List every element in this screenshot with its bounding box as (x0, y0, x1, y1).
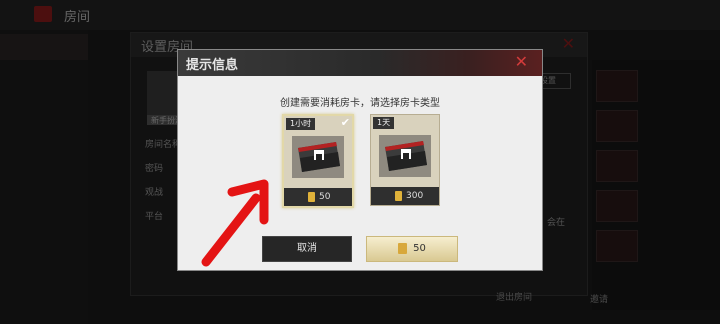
info-dialog: 提示信息 ✕ 创建需要消耗房卡，请选择房卡类型 1小时 ✔ 50 1天 300 … (178, 50, 542, 270)
room-card-option-1day[interactable]: 1天 300 (370, 114, 440, 206)
dialog-prompt: 创建需要消耗房卡，请选择房卡类型 (280, 98, 440, 109)
room-card-option-1hour[interactable]: 1小时 ✔ 50 (282, 114, 354, 208)
card-price-value: 50 (319, 192, 331, 202)
coin-icon (398, 242, 408, 254)
coin-icon (395, 191, 402, 201)
room-card-icon (379, 135, 431, 177)
check-icon: ✔ (340, 116, 350, 129)
coin-icon (308, 192, 315, 202)
confirm-price: 50 (413, 243, 426, 254)
room-card-icon (292, 136, 344, 178)
cancel-button[interactable]: 取消 (262, 236, 352, 262)
close-icon[interactable]: ✕ (515, 52, 528, 71)
confirm-button[interactable]: 50 (366, 236, 458, 262)
info-dialog-title: 提示信息 (186, 58, 239, 73)
card-price: 300 (371, 187, 439, 205)
card-price: 50 (284, 188, 352, 206)
info-dialog-header: 提示信息 ✕ (178, 50, 542, 76)
card-duration: 1天 (373, 117, 395, 129)
card-price-value: 300 (406, 191, 424, 201)
card-duration: 1小时 (286, 118, 316, 130)
